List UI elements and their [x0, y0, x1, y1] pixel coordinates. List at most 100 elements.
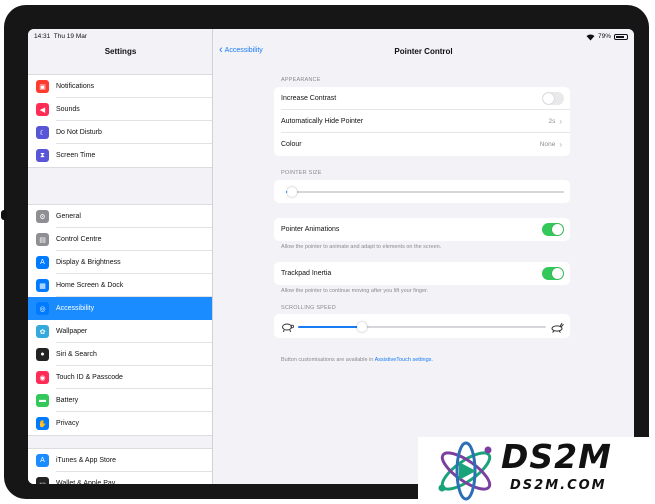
side-sensor — [1, 210, 7, 220]
sidebar-item-label: Battery — [56, 397, 79, 404]
battery-icon: ▬ — [36, 394, 49, 407]
sidebar-group: AiTunes & App Store ▭ Wallet & Apple Pay — [28, 448, 212, 484]
increase-contrast-row[interactable]: Increase Contrast — [274, 87, 570, 110]
colour-label: Colour — [281, 141, 302, 148]
sidebar-item-label: Siri & Search — [56, 351, 97, 358]
auto-hide-pointer-row[interactable]: Automatically Hide Pointer 2s › — [274, 110, 570, 133]
sidebar-item-sounds[interactable]: ◀ Sounds — [28, 98, 212, 121]
sidebar-item-home-screen-dock[interactable]: ▦ Home Screen & Dock — [28, 274, 212, 297]
pointer-animations-card: Pointer Animations — [274, 218, 570, 241]
sidebar-item-siri-search[interactable]: ● Siri & Search — [28, 343, 212, 366]
slider-thumb[interactable] — [286, 187, 297, 197]
settings-sidebar: Settings ▣ Notifications ◀ Sounds ☾ Do Not Di… — [28, 29, 213, 484]
trackpad-inertia-toggle[interactable] — [542, 267, 564, 280]
sidebar-item-label: Privacy — [56, 420, 79, 427]
sidebar-item-label: Wallpaper — [56, 328, 88, 335]
appearance-card: Increase Contrast Automatically Hide Poi… — [274, 87, 570, 156]
colour-value: None — [539, 141, 556, 148]
fingerprint-icon: ◉ — [36, 371, 49, 384]
trackpad-inertia-note: Allow the pointer to continue moving aft… — [281, 288, 429, 294]
slider-fill — [298, 326, 363, 328]
trackpad-inertia-card: Trackpad Inertia — [274, 262, 570, 285]
sidebar-item-label: Notifications — [56, 83, 95, 90]
sidebar-item-label: General — [56, 213, 81, 220]
screen: Settings ▣ Notifications ◀ Sounds ☾ Do Not Di… — [28, 29, 634, 484]
sidebar-item-label: Home Screen & Dock — [56, 282, 124, 289]
sidebar-item-label: Display & Brightness — [56, 259, 121, 266]
chevron-right-icon: › — [559, 117, 562, 126]
hourglass-icon: ⧗ — [36, 149, 49, 162]
sidebar-item-accessibility[interactable]: ◎ Accessibility — [28, 297, 212, 320]
auto-hide-pointer-label: Automatically Hide Pointer — [281, 118, 364, 125]
sidebar-item-display-brightness[interactable]: A Display & Brightness — [28, 251, 212, 274]
increase-contrast-label: Increase Contrast — [281, 95, 337, 102]
sidebar-item-wallet-apple-pay[interactable]: ▭ Wallet & Apple Pay — [28, 472, 212, 484]
assistivetouch-link[interactable]: AssistiveTouch settings. — [375, 357, 433, 363]
home-screen-icon: ▦ — [36, 279, 49, 292]
wallpaper-icon: ✿ — [36, 325, 49, 338]
battery-icon — [614, 33, 628, 40]
notifications-icon: ▣ — [36, 80, 49, 93]
sidebar-item-label: Sounds — [56, 106, 80, 113]
trackpad-inertia-label: Trackpad Inertia — [281, 270, 332, 277]
wifi-icon — [586, 33, 595, 40]
sidebar-item-label: Touch ID & Passcode — [56, 374, 123, 381]
detail-pane: ‹ Accessibility Pointer Control APPEARAN… — [213, 29, 634, 484]
sidebar-item-label: Do Not Disturb — [56, 129, 102, 136]
display-icon: A — [36, 256, 49, 269]
sidebar-item-privacy[interactable]: ✋ Privacy — [28, 412, 212, 435]
sidebar-item-wallpaper[interactable]: ✿ Wallpaper — [28, 320, 212, 343]
sounds-icon: ◀ — [36, 103, 49, 116]
sidebar-item-label: Control Centre — [56, 236, 102, 243]
sidebar-title: Settings — [104, 47, 137, 56]
footer-note: Button customisations are available in A… — [281, 357, 433, 363]
footer-text: Button customisations are available in — [281, 357, 375, 363]
ipad-frame: Settings ▣ Notifications ◀ Sounds ☾ Do Not Di… — [1, 5, 649, 499]
scrolling-speed-slider[interactable] — [298, 322, 546, 332]
sidebar-item-itunes-app-store[interactable]: AiTunes & App Store — [28, 449, 212, 472]
sidebar-item-label: Wallet & Apple Pay — [56, 480, 116, 484]
status-time: 14:31 Thu 19 Mar — [34, 33, 88, 40]
sidebar-group: ⚙ General ▤ Control Centre A Display & Bright… — [28, 204, 212, 436]
battery-percent: 79% — [597, 33, 611, 40]
slider-thumb[interactable] — [357, 322, 368, 332]
sidebar-item-do-not-disturb[interactable]: ☾ Do Not Disturb — [28, 121, 212, 144]
watermark: DS2M DS2M.COM — [418, 437, 655, 504]
sidebar-item-label: iTunes & App Store — [56, 457, 117, 464]
pointer-size-slider[interactable] — [286, 187, 564, 197]
scrolling-speed-header: SCROLLING SPEED — [281, 305, 336, 311]
siri-icon: ● — [36, 348, 49, 361]
increase-contrast-toggle[interactable] — [542, 92, 564, 105]
sidebar-item-notifications[interactable]: ▣ Notifications — [28, 75, 212, 98]
page-title: Pointer Control — [394, 47, 453, 56]
pointer-animations-note: Allow the pointer to animate and adapt t… — [281, 244, 442, 250]
moon-icon: ☾ — [36, 126, 49, 139]
colour-row[interactable]: Colour None › — [274, 133, 570, 156]
scrolling-speed-card — [274, 314, 570, 338]
sidebar-item-general[interactable]: ⚙ General — [28, 205, 212, 228]
trackpad-inertia-row[interactable]: Trackpad Inertia — [274, 262, 570, 285]
pointer-size-header: POINTER SIZE — [281, 170, 322, 176]
watermark-domain: DS2M.COM — [510, 478, 607, 493]
sidebar-group: ▣ Notifications ◀ Sounds ☾ Do Not Disturb ⧗ Scr… — [28, 74, 212, 168]
sidebar-item-control-centre[interactable]: ▤ Control Centre — [28, 228, 212, 251]
sidebar-item-touch-id-passcode[interactable]: ◉ Touch ID & Passcode — [28, 366, 212, 389]
chevron-right-icon: › — [559, 140, 562, 149]
app-store-icon: A — [36, 454, 49, 467]
toggle-knob — [552, 224, 563, 235]
accessibility-icon: ◎ — [36, 302, 49, 315]
sidebar-item-screen-time[interactable]: ⧗ Screen Time — [28, 144, 212, 167]
pointer-size-card — [274, 180, 570, 203]
toggle-knob — [543, 93, 554, 104]
hare-icon — [550, 320, 564, 338]
sidebar-item-label: Screen Time — [56, 152, 96, 159]
appearance-header: APPEARANCE — [281, 77, 321, 83]
sidebar-item-battery[interactable]: ▬ Battery — [28, 389, 212, 412]
tortoise-icon — [281, 320, 295, 338]
pointer-animations-toggle[interactable] — [542, 223, 564, 236]
pointer-animations-row[interactable]: Pointer Animations — [274, 218, 570, 241]
control-centre-icon: ▤ — [36, 233, 49, 246]
gear-icon: ⚙ — [36, 210, 49, 223]
status-right: 79% — [586, 33, 628, 40]
pointer-animations-label: Pointer Animations — [281, 226, 340, 233]
